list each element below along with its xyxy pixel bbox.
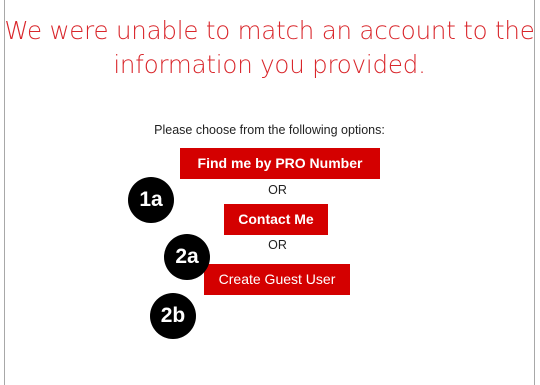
annotation-badge-2b: 2b (150, 293, 196, 339)
create-guest-user-button[interactable]: Create Guest User (204, 264, 350, 295)
error-headline: We were unable to match an account to th… (4, 14, 535, 82)
options-prompt: Please choose from the following options… (154, 123, 385, 137)
or-separator-2: OR (268, 238, 287, 252)
annotation-badge-2a: 2a (164, 234, 210, 280)
annotation-badge-1a: 1a (128, 177, 174, 223)
contact-me-button[interactable]: Contact Me (224, 204, 328, 235)
find-by-pro-number-button[interactable]: Find me by PRO Number (180, 148, 380, 179)
or-separator-1: OR (268, 183, 287, 197)
headline-line-1: We were unable to match an account to th… (4, 16, 535, 45)
headline-line-2: information you provided. (113, 50, 426, 79)
